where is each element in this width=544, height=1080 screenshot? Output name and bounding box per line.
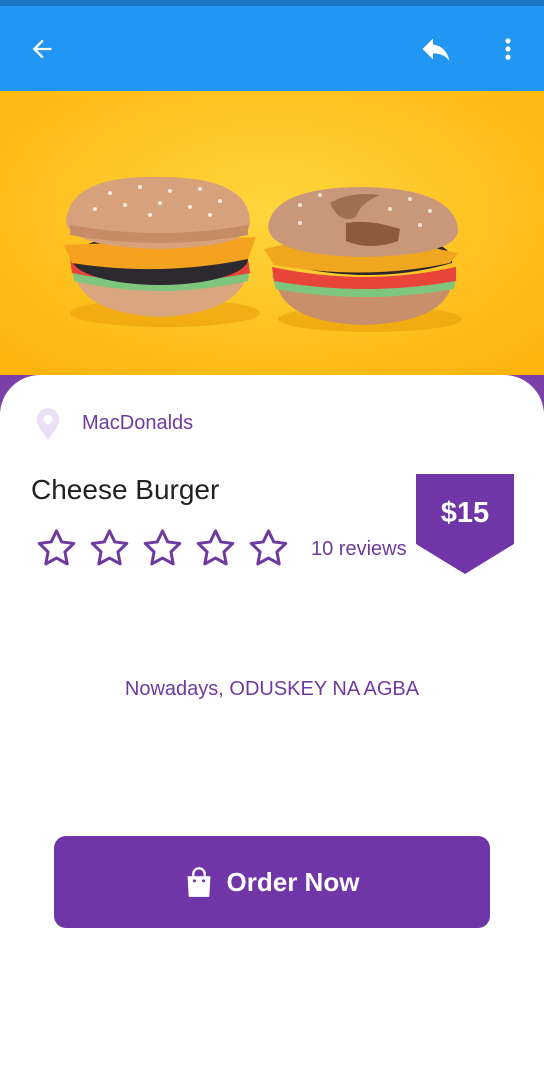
price-value: $15 [440,497,490,529]
reply-icon [422,38,450,61]
arrow-left-icon [32,39,52,58]
more-options-button[interactable] [480,6,536,91]
order-now-label: Order Now [226,866,360,897]
star-icon[interactable] [193,526,238,571]
location-name: MacDonalds [82,412,194,434]
review-count[interactable]: 10 reviews [311,538,407,561]
star-icon[interactable] [34,526,79,571]
star-icon[interactable] [87,526,132,571]
product-description: Nowadays, ODUSKEY NA AGBA [124,678,420,700]
shopping-bag-icon [187,867,210,897]
app-bar [0,6,544,91]
hero-image [0,91,544,391]
product-title: Cheese Burger [31,474,220,505]
star-icon[interactable] [140,526,185,571]
price-tag: $15 [416,474,514,574]
star-icon[interactable] [246,526,291,571]
location-row: MacDonalds [34,406,193,442]
more-vert-icon [505,37,511,60]
back-button[interactable] [14,6,70,91]
order-now-button[interactable]: Order Now [54,836,490,928]
macaron-burgers-illustration [0,91,544,391]
star-rating[interactable] [34,526,291,571]
map-pin-icon [36,408,60,440]
reply-button[interactable] [408,6,464,91]
